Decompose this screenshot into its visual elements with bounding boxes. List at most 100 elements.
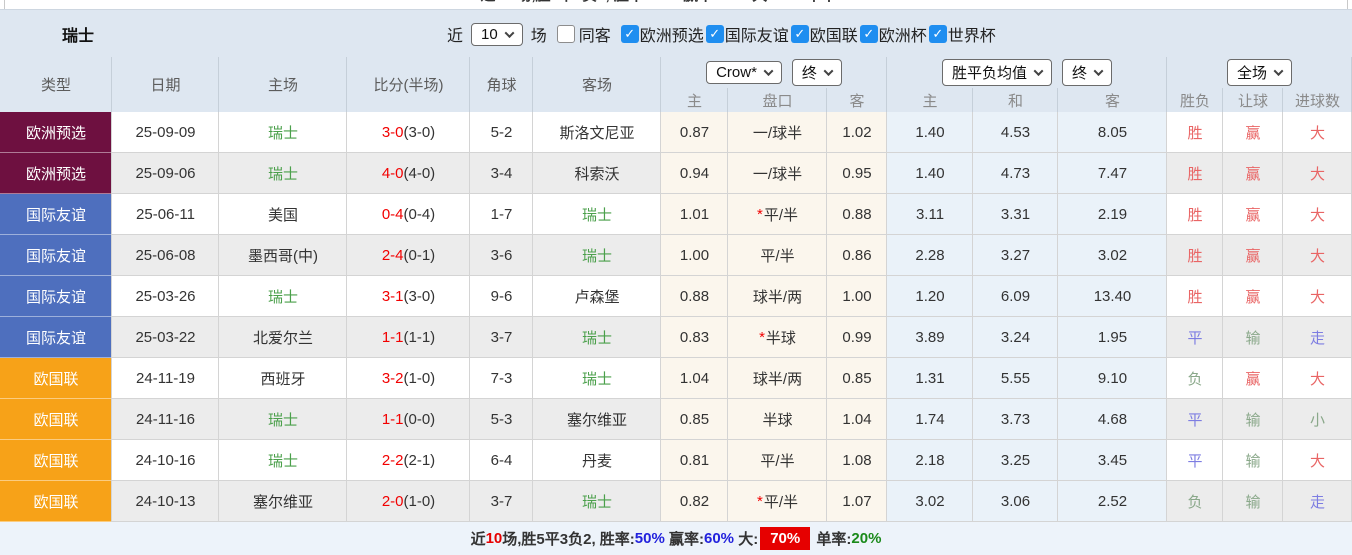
date-cell: 25-03-26 <box>112 276 219 317</box>
avg-draw-odds: 3.27 <box>973 235 1058 276</box>
same-venue-label[interactable]: 同客 <box>579 22 611 46</box>
summary-segment: 近 <box>470 531 486 548</box>
summary-segment: 40% <box>841 0 871 4</box>
competition-label[interactable]: 欧洲杯 <box>879 22 927 46</box>
period-select-value: 全场 <box>1236 65 1267 82</box>
chevron-down-icon <box>823 66 834 77</box>
handicap-line: 平/半 <box>728 440 827 481</box>
competition-checkbox[interactable]: ✓ <box>620 25 639 43</box>
handicap-away-odds: 0.95 <box>827 153 887 194</box>
table-row: 欧国联 24-10-13 塞尔维亚 2-0 (1-0) 3-7 瑞士 0.82 * 平/半 1.07… <box>0 481 1352 522</box>
score-cell: 2-2 (2-1) <box>347 440 470 481</box>
handicap-home-odds: 0.88 <box>661 276 728 317</box>
half-time-score: (4-0) <box>403 165 436 182</box>
handicap-away-odds: 1.00 <box>827 276 887 317</box>
avg-draw-odds: 3.31 <box>973 194 1058 235</box>
full-time-score: 0-4 <box>381 206 404 223</box>
result-wdl: 负 <box>1167 481 1223 522</box>
score-cell: 1-1 (0-0) <box>347 399 470 440</box>
result-handicap: 输 <box>1223 399 1283 440</box>
half-time-score: (1-0) <box>403 493 436 510</box>
home-team: 西班牙 <box>219 358 347 399</box>
table-row: 欧洲预选 25-09-09 瑞士 3-0 (3-0) 5-2 斯洛文尼亚 0.87 一/球半 1.… <box>0 112 1352 153</box>
odds-time-select-2[interactable]: 终 <box>1062 59 1113 86</box>
corners-cell: 5-3 <box>470 399 533 440</box>
period-select[interactable]: 全场 <box>1226 59 1292 86</box>
corners-cell: 3-4 <box>470 153 533 194</box>
result-wdl: 胜 <box>1167 194 1223 235</box>
corners-cell: 7-3 <box>470 358 533 399</box>
table-row: 欧国联 24-11-16 瑞士 1-1 (0-0) 5-3 塞尔维亚 0.85 半球 1.04 1.… <box>0 399 1352 440</box>
home-team: 瑞士 <box>219 399 347 440</box>
avg-draw-odds: 3.06 <box>973 481 1058 522</box>
same-venue-checkbox[interactable] <box>556 25 575 43</box>
result-wdl: 平 <box>1167 317 1223 358</box>
corners-cell: 1-7 <box>470 194 533 235</box>
away-team: 瑞士 <box>533 235 661 276</box>
away-team: 斯洛文尼亚 <box>533 112 661 153</box>
full-time-score: 4-0 <box>381 165 404 182</box>
summary-segment: 赢率: <box>679 0 718 4</box>
recent-count-select[interactable]: 10 <box>471 22 523 46</box>
result-goals: 大 <box>1283 112 1352 153</box>
competition-label[interactable]: 欧国联 <box>810 22 858 46</box>
avg-away-odds: 2.19 <box>1058 194 1167 235</box>
odds-time-select-1[interactable]: 终 <box>791 59 842 86</box>
competition-filter-item: ✓ 世界杯 <box>928 22 996 46</box>
result-goals: 走 <box>1283 317 1352 358</box>
competition-checkbox[interactable]: ✓ <box>928 25 947 43</box>
top-clipped-summary-strip: 近10 场,胜5平2负2, 胜率:50% 赢率:40% 大:40% 单率:40% <box>0 0 1352 9</box>
summary-segment: 近 <box>480 0 495 4</box>
result-handicap: 赢 <box>1223 153 1283 194</box>
half-time-score: (0-4) <box>403 206 436 223</box>
top-summary-clipped: 近10 场,胜5平2负2, 胜率:50% 赢率:40% 大:40% 单率:40% <box>0 0 1352 5</box>
competition-label[interactable]: 国际友谊 <box>725 22 789 46</box>
corners-cell: 9-6 <box>470 276 533 317</box>
summary-segment: 场,胜5平3负2, 胜率: <box>502 531 635 548</box>
avg-odds-select[interactable]: 胜平负均值 <box>941 59 1052 86</box>
result-wdl: 平 <box>1167 399 1223 440</box>
home-team: 瑞士 <box>219 153 347 194</box>
half-time-score: (1-1) <box>403 329 436 346</box>
half-time-score: (2-1) <box>403 452 436 469</box>
away-team: 丹麦 <box>533 440 661 481</box>
competition-label[interactable]: 欧洲预选 <box>640 22 704 46</box>
avg-home-odds: 1.74 <box>887 399 973 440</box>
subcol-avg-away: 客 <box>1058 88 1167 112</box>
date-cell: 24-10-13 <box>112 481 219 522</box>
team-title: 瑞士 <box>62 28 95 45</box>
col-header-score: 比分(半场) <box>347 57 470 112</box>
competition-filter-item: ✓ 国际友谊 <box>705 22 789 46</box>
col-header-home: 主场 <box>219 57 347 112</box>
type-badge: 欧国联 <box>0 358 112 399</box>
result-goals: 大 <box>1283 276 1352 317</box>
competition-checkbox[interactable]: ✓ <box>790 25 809 43</box>
bookmaker-select[interactable]: Crow* <box>706 61 782 84</box>
avg-draw-odds: 3.73 <box>973 399 1058 440</box>
result-goals: 大 <box>1283 194 1352 235</box>
summary-segment: 单率: <box>802 0 841 4</box>
col-header-corners: 角球 <box>470 57 533 112</box>
avg-home-odds: 3.11 <box>887 194 973 235</box>
date-cell: 25-06-11 <box>112 194 219 235</box>
summary-segment: 40% <box>718 0 748 4</box>
avg-home-odds: 2.18 <box>887 440 973 481</box>
competition-checkbox[interactable]: ✓ <box>859 25 878 43</box>
corners-cell: 6-4 <box>470 440 533 481</box>
summary-segment: 20% <box>851 530 882 547</box>
summary-segment: 10 <box>485 530 503 547</box>
type-badge: 欧洲预选 <box>0 112 112 153</box>
handicap-home-odds: 1.01 <box>661 194 728 235</box>
competition-checkbox[interactable]: ✓ <box>705 25 724 43</box>
subcol-avg-home: 主 <box>887 88 973 112</box>
home-team: 北爱尔兰 <box>219 317 347 358</box>
handicap-line: 平/半 <box>728 235 827 276</box>
avg-away-odds: 3.45 <box>1058 440 1167 481</box>
summary-segment: 大: <box>748 0 772 4</box>
score-cell: 3-2 (1-0) <box>347 358 470 399</box>
date-cell: 25-06-08 <box>112 235 219 276</box>
handicap-home-odds: 0.82 <box>661 481 728 522</box>
result-wdl: 胜 <box>1167 153 1223 194</box>
competition-label[interactable]: 世界杯 <box>948 22 996 46</box>
result-goals: 大 <box>1283 235 1352 276</box>
